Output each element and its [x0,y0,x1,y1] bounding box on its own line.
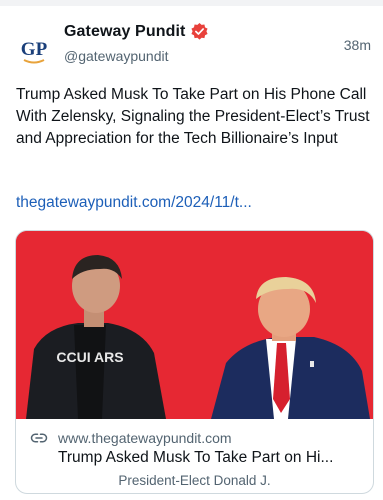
post-timestamp: 38m [343,37,371,53]
card-domain: www.thegatewaypundit.com [58,430,232,446]
gateway-pundit-logo-icon: GP [21,39,48,64]
link-icon [30,433,48,443]
link-preview-card[interactable]: CCUI ARS www.thegatewaypundit.com Trump … [15,230,374,494]
card-image: CCUI ARS [16,231,373,419]
post-link[interactable]: thegatewaypundit.com/2024/11/t... [16,194,252,212]
author-handle[interactable]: @gatewaypundit [64,48,169,64]
avatar[interactable]: GP [13,29,55,71]
card-description: President-Elect Donald J. [118,473,271,488]
post-text: Trump Asked Musk To Take Part on His Pho… [16,86,370,147]
author-row: Gateway Pundit [64,22,209,41]
avatar-text: GP [21,39,48,60]
shirt-print: CCUI ARS [56,349,123,365]
verified-badge-icon [191,22,209,40]
author-name[interactable]: Gateway Pundit [64,23,185,41]
card-title[interactable]: Trump Asked Musk To Take Part on Hi... [58,449,368,467]
news-photo: CCUI ARS [16,231,373,419]
card-domain-row: www.thegatewaypundit.com [30,429,232,447]
top-divider [0,0,383,6]
